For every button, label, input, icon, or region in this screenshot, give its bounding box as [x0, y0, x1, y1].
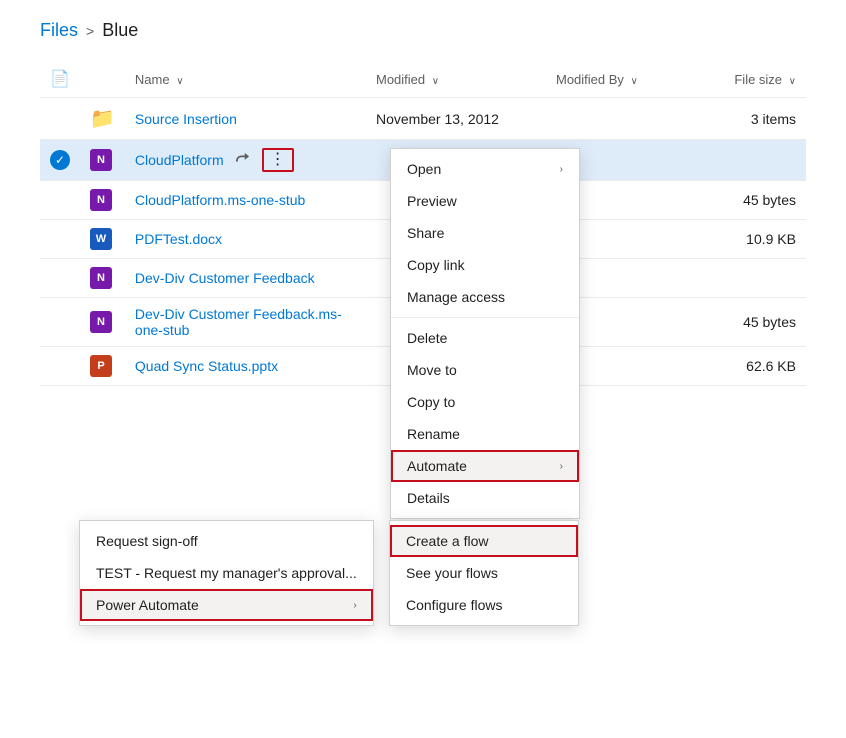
row-file-icon: N	[80, 298, 125, 347]
breadcrumb-separator: >	[86, 23, 94, 39]
submenu-arrow-sub: ›	[353, 600, 356, 611]
row-checkbox[interactable]	[40, 259, 80, 298]
th-modified-by[interactable]: Modified By ∨	[546, 61, 706, 98]
row-filesize: 45 bytes	[706, 298, 806, 347]
row-modified-by	[546, 98, 706, 140]
menu-label: Move to	[407, 362, 457, 378]
context-menu-item-rename[interactable]: Rename	[391, 418, 579, 450]
sub-menu-item-request-signoff[interactable]: Request sign-off	[80, 525, 373, 557]
automate-submenu-item-configure-flows[interactable]: Configure flows	[390, 589, 578, 621]
file-name[interactable]: PDFTest.docx	[135, 231, 222, 247]
row-checkbox[interactable]	[40, 220, 80, 259]
automate-submenu-item-see-flows[interactable]: See your flows	[390, 557, 578, 589]
row-name-cell: CloudPlatform.ms-one-stub	[125, 181, 366, 220]
sub-menu: Request sign-off TEST - Request my manage…	[79, 520, 374, 626]
table-row: 📁 Source Insertion November 13, 2012 3 item…	[40, 98, 806, 140]
menu-label: Copy to	[407, 394, 455, 410]
check-circle: ✓	[50, 150, 70, 170]
row-name-cell: Dev-Div Customer Feedback.ms-one-stub	[125, 298, 366, 347]
menu-label: Copy link	[407, 257, 465, 273]
th-filesize[interactable]: File size ∨	[706, 61, 806, 98]
file-name[interactable]: CloudPlatform.ms-one-stub	[135, 192, 305, 208]
automate-menu-label: Create a flow	[406, 533, 488, 549]
row-filesize	[706, 259, 806, 298]
context-menu-item-details[interactable]: Details	[391, 482, 579, 514]
sub-menu-label: TEST - Request my manager's approval...	[96, 565, 357, 581]
row-checkbox[interactable]	[40, 347, 80, 386]
file-icon: 📄	[50, 71, 70, 88]
menu-label: Rename	[407, 426, 460, 442]
automate-menu-label: Configure flows	[406, 597, 503, 613]
modified-by-sort-icon: ∨	[631, 76, 638, 87]
name-sort-icon: ∨	[176, 76, 183, 87]
row-file-icon: W	[80, 220, 125, 259]
context-menu: Open › Preview Share Copy link Manage access D…	[390, 148, 580, 519]
row-file-icon: P	[80, 347, 125, 386]
more-actions-button[interactable]: ⋮	[262, 148, 294, 172]
context-menu-item-open[interactable]: Open ›	[391, 153, 579, 185]
context-menu-item-automate[interactable]: Automate ›	[391, 450, 579, 482]
breadcrumb-root[interactable]: Files	[40, 20, 78, 41]
context-menu-item-copy_to[interactable]: Copy to	[391, 386, 579, 418]
share-icon[interactable]	[232, 150, 254, 171]
automate-menu-label: See your flows	[406, 565, 498, 581]
file-name[interactable]: Quad Sync Status.pptx	[135, 358, 278, 374]
sub-menu-item-test-request[interactable]: TEST - Request my manager's approval...	[80, 557, 373, 589]
row-name-cell: Source Insertion	[125, 98, 366, 140]
file-name[interactable]: Source Insertion	[135, 111, 237, 127]
context-menu-item-delete[interactable]: Delete	[391, 322, 579, 354]
th-checkbox: 📄	[40, 61, 80, 98]
th-name[interactable]: Name ∨	[125, 61, 366, 98]
breadcrumb: Files > Blue	[40, 20, 806, 41]
row-checkbox[interactable]	[40, 98, 80, 140]
automate-submenu: Create a flow See your flows Configure flo…	[389, 520, 579, 626]
menu-label: Share	[407, 225, 444, 241]
submenu-arrow: ›	[560, 461, 563, 472]
row-filesize: 62.6 KB	[706, 347, 806, 386]
context-menu-item-preview[interactable]: Preview	[391, 185, 579, 217]
row-name-cell: PDFTest.docx	[125, 220, 366, 259]
row-name-cell: Quad Sync Status.pptx	[125, 347, 366, 386]
context-menu-item-copy_link[interactable]: Copy link	[391, 249, 579, 281]
row-file-icon: N	[80, 181, 125, 220]
filesize-sort-icon: ∨	[789, 76, 796, 87]
file-name[interactable]: Dev-Div Customer Feedback	[135, 270, 315, 286]
table-header-row: 📄 Name ∨ Modified ∨ Modified By ∨ File s…	[40, 61, 806, 98]
row-name-cell: Dev-Div Customer Feedback	[125, 259, 366, 298]
menu-label: Delete	[407, 330, 447, 346]
file-name[interactable]: CloudPlatform	[135, 152, 224, 168]
modified-sort-icon: ∨	[432, 76, 439, 87]
row-file-icon: N	[80, 140, 125, 181]
row-filesize: 10.9 KB	[706, 220, 806, 259]
menu-label: Preview	[407, 193, 457, 209]
row-actions: CloudPlatform ⋮	[135, 148, 356, 172]
row-modified: November 13, 2012	[366, 98, 546, 140]
submenu-arrow: ›	[560, 164, 563, 175]
sub-menu-label: Request sign-off	[96, 533, 198, 549]
row-checkbox[interactable]: ✓	[40, 140, 80, 181]
page-container: Files > Blue 📄 Name ∨ Modified ∨ Modi	[0, 0, 846, 738]
row-checkbox[interactable]	[40, 298, 80, 347]
row-name-cell: CloudPlatform ⋮	[125, 140, 366, 181]
menu-label: Manage access	[407, 289, 505, 305]
context-menu-item-manage_access[interactable]: Manage access	[391, 281, 579, 313]
sub-menu-label: Power Automate	[96, 597, 199, 613]
menu-label: Automate	[407, 458, 467, 474]
row-filesize: 3 items	[706, 98, 806, 140]
th-modified[interactable]: Modified ∨	[366, 61, 546, 98]
row-file-icon: N	[80, 259, 125, 298]
row-filesize: 45 bytes	[706, 181, 806, 220]
file-name[interactable]: Dev-Div Customer Feedback.ms-one-stub	[135, 306, 342, 338]
row-checkbox[interactable]	[40, 181, 80, 220]
sub-menu-item-power-automate[interactable]: Power Automate ›	[80, 589, 373, 621]
context-menu-item-move_to[interactable]: Move to	[391, 354, 579, 386]
th-icon	[80, 61, 125, 98]
breadcrumb-current: Blue	[102, 20, 138, 41]
context-menu-item-share[interactable]: Share	[391, 217, 579, 249]
menu-label: Details	[407, 490, 450, 506]
row-filesize	[706, 140, 806, 181]
menu-label: Open	[407, 161, 441, 177]
automate-submenu-item-create-flow[interactable]: Create a flow	[390, 525, 578, 557]
row-file-icon: 📁	[80, 98, 125, 140]
